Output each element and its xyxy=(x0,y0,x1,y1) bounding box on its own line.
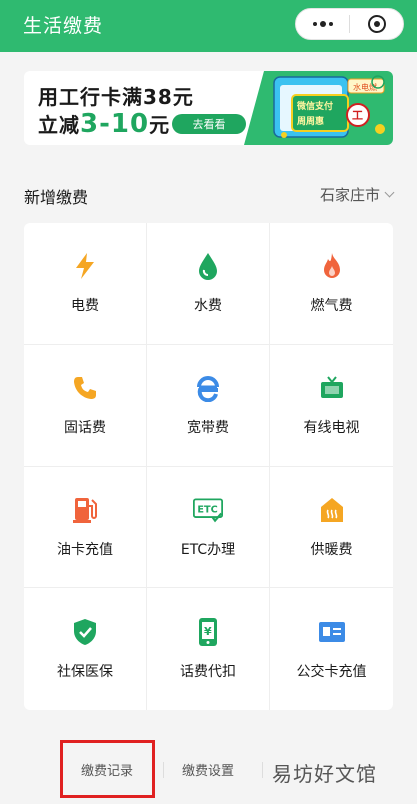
footer-divider xyxy=(262,762,263,778)
banner-illustration: 水电燃 微信支付 周周惠 工 xyxy=(244,71,393,145)
lightning-icon xyxy=(70,251,100,281)
etc-icon: ETC xyxy=(193,495,223,525)
service-label: 固话费 xyxy=(64,420,106,437)
tv-icon xyxy=(317,373,347,403)
more-button[interactable] xyxy=(296,9,349,39)
service-cable-tv[interactable]: 有线电视 xyxy=(270,345,393,467)
payment-records-button[interactable]: 缴费记录 xyxy=(81,760,133,779)
banner-sign-line2: 周周惠 xyxy=(297,115,324,127)
water-drop-icon xyxy=(193,251,223,281)
service-landline[interactable]: 固话费 xyxy=(24,344,147,467)
service-label: 公交卡充值 xyxy=(296,664,367,681)
service-label: 供暖费 xyxy=(310,541,353,558)
promo-banner[interactable]: 用工行卡满38元 立减3-10元 去看看 水电燃 微信支付 周周惠 工 xyxy=(24,71,393,145)
banner-line2-prefix: 立减 xyxy=(38,113,80,137)
service-label: ETC办理 xyxy=(180,541,236,558)
banner-tag-text: 水电燃 xyxy=(353,82,377,92)
fuel-pump-icon xyxy=(70,495,100,525)
service-electricity[interactable]: 电费 xyxy=(24,223,147,345)
service-label: 社保医保 xyxy=(57,664,113,681)
service-fuel-card[interactable]: 油卡充值 xyxy=(24,466,147,589)
banner-discount: 3-10 xyxy=(80,109,150,139)
service-water[interactable]: 水费 xyxy=(147,223,270,345)
page-title: 生活缴费 xyxy=(23,15,104,37)
close-target-icon xyxy=(367,15,386,33)
section-title: 新增缴费 xyxy=(24,188,89,207)
watermark-text: 易坊好文馆 xyxy=(272,762,377,786)
city-selector[interactable]: 石家庄市 xyxy=(319,184,395,205)
banner-sign-line1: 微信支付 xyxy=(296,100,333,112)
close-mini-program-button[interactable] xyxy=(350,9,403,39)
mobile-pay-icon-text: ¥ xyxy=(204,625,212,638)
service-bus-card[interactable]: 公交卡充值 xyxy=(270,588,393,710)
footer-divider xyxy=(163,762,164,778)
service-label: 宽带费 xyxy=(187,420,229,437)
service-label: 水费 xyxy=(194,298,222,315)
service-label: 话费代扣 xyxy=(180,664,236,681)
shield-icon xyxy=(70,617,100,647)
service-label: 有线电视 xyxy=(303,420,360,437)
flame-icon xyxy=(317,251,347,281)
footer-bar: 缴费记录 缴费设置 易坊好文馆 xyxy=(0,740,417,804)
more-dots-icon xyxy=(312,21,333,27)
title-bar: 生活缴费 xyxy=(0,0,417,52)
broadband-icon xyxy=(193,373,223,403)
bus-card-icon xyxy=(317,617,347,647)
service-gas[interactable]: 燃气费 xyxy=(270,223,393,345)
service-phone-autopay[interactable]: ¥ 话费代扣 xyxy=(147,588,270,710)
bank-mark: 工 xyxy=(352,109,363,122)
etc-icon-text: ETC xyxy=(197,505,217,516)
heating-icon xyxy=(317,495,347,525)
service-label: 燃气费 xyxy=(310,298,353,315)
service-broadband[interactable]: 宽带费 xyxy=(147,344,270,467)
mini-program-capsule xyxy=(295,8,404,40)
service-etc[interactable]: ETC ETC办理 xyxy=(147,466,270,589)
banner-line1: 用工行卡满38元 xyxy=(38,85,194,109)
service-label: 电费 xyxy=(71,298,99,315)
banner-line2-suffix: 元 xyxy=(149,113,171,137)
payment-services-grid: 电费 水费 燃气费 固话费 宽带费 有线电视 油卡充值 ETC ETC办理 供暖… xyxy=(24,223,393,710)
service-social-insurance[interactable]: 社保医保 xyxy=(24,588,147,710)
service-label: 油卡充值 xyxy=(57,541,113,558)
mobile-pay-icon: ¥ xyxy=(193,617,223,647)
payment-settings-button[interactable]: 缴费设置 xyxy=(182,760,234,779)
new-payment-header: 新增缴费 石家庄市 xyxy=(24,184,395,208)
service-heating[interactable]: 供暖费 xyxy=(270,467,393,589)
chevron-down-icon xyxy=(384,187,395,198)
city-name: 石家庄市 xyxy=(319,186,380,204)
phone-icon xyxy=(70,373,100,403)
banner-line2: 立减3-10元 xyxy=(38,109,170,139)
